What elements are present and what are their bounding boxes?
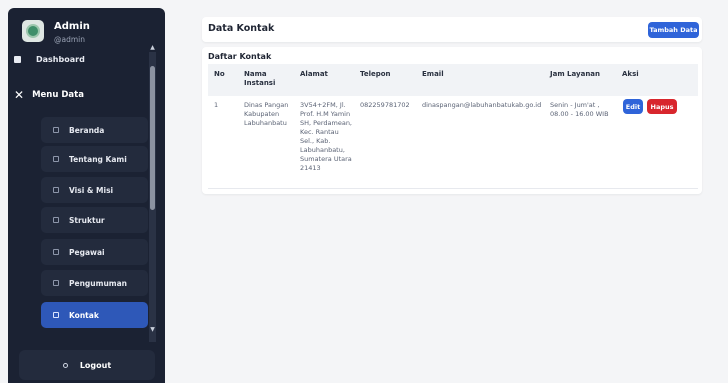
logout-button[interactable]: Logout [19, 350, 155, 380]
logout-icon [62, 362, 68, 368]
sidebar-item-label: Beranda [69, 125, 105, 135]
item-icon [53, 280, 59, 286]
sidebar-item-label: Dashboard [36, 54, 85, 64]
menu-data-label: Menu Data [32, 90, 84, 100]
menu-data-toggle[interactable]: ✕ Menu Data [14, 86, 84, 104]
sidebar-item-visi-misi[interactable]: Visi & Misi [41, 177, 148, 203]
brand-name: Admin [54, 21, 90, 32]
cell-alamat: 3V54+2FM, Jl. Prof. H.M Yamin SH, Perdam… [300, 101, 352, 172]
item-icon [53, 312, 59, 318]
page-header-card: Data Kontak [202, 17, 702, 42]
page-title: Data Kontak [208, 23, 275, 34]
column-header-telepon: Telepon [360, 70, 391, 78]
item-icon [53, 249, 59, 255]
sidebar-item-label: Tentang Kami [69, 154, 127, 164]
cell-jam-layanan: Senin - Jum'at , 08.00 - 16.00 WIB [550, 101, 609, 118]
item-icon [53, 187, 59, 193]
sidebar-item-label: Visi & Misi [69, 185, 114, 195]
column-header-jam: Jam Layanan [550, 70, 601, 78]
close-icon: ✕ [14, 88, 25, 102]
logout-label: Logout [79, 360, 112, 370]
row-divider [208, 188, 698, 189]
column-header-email: Email [422, 70, 444, 78]
sidebar-item-tentang-kami[interactable]: Tentang Kami [41, 146, 148, 172]
delete-button[interactable]: Hapus [647, 99, 677, 114]
sidebar-item-kontak[interactable]: Kontak [41, 302, 148, 328]
sidebar-item-label: Struktur [69, 215, 105, 225]
scrollbar-thumb[interactable] [150, 66, 155, 210]
item-icon [53, 156, 59, 162]
dashboard-icon [14, 55, 21, 63]
edit-button[interactable]: Edit [623, 99, 643, 114]
table-title: Daftar Kontak [208, 52, 272, 61]
column-header-no: No [214, 70, 225, 78]
sidebar-item-dashboard[interactable]: Dashboard [14, 50, 85, 68]
brand: Admin @admin [8, 8, 165, 50]
table-header [208, 64, 698, 96]
cell-nama-instansi: Dinas Pangan Kabupaten Labuhanbatu [244, 101, 289, 127]
sidebar-item-pegawai[interactable]: Pegawai [41, 239, 148, 265]
cell-no: 1 [214, 101, 219, 109]
column-header-alamat: Alamat [300, 70, 328, 78]
sidebar-item-struktur[interactable]: Struktur [41, 207, 148, 233]
item-icon [53, 127, 59, 133]
brand-username: @admin [54, 35, 85, 44]
cell-email: dinaspangan@labuhanbatukab.go.id [422, 101, 542, 109]
scroll-up-arrow-icon[interactable]: ▲ [149, 44, 156, 52]
sidebar-item-label: Kontak [69, 310, 99, 320]
sidebar-item-label: Pengumuman [69, 278, 128, 288]
logo-icon [22, 20, 44, 42]
sidebar-item-beranda[interactable]: Beranda [41, 117, 148, 143]
item-icon [53, 217, 59, 223]
column-header-aksi: Aksi [622, 70, 639, 78]
scroll-down-arrow-icon[interactable]: ▼ [149, 326, 156, 334]
cell-telepon: 082259781702 [360, 101, 410, 109]
add-data-button[interactable]: Tambah Data [648, 22, 699, 38]
column-header-nama: Nama Instansi [244, 70, 276, 87]
sidebar-item-pengumuman[interactable]: Pengumuman [41, 270, 148, 296]
sidebar-item-label: Pegawai [69, 247, 105, 257]
